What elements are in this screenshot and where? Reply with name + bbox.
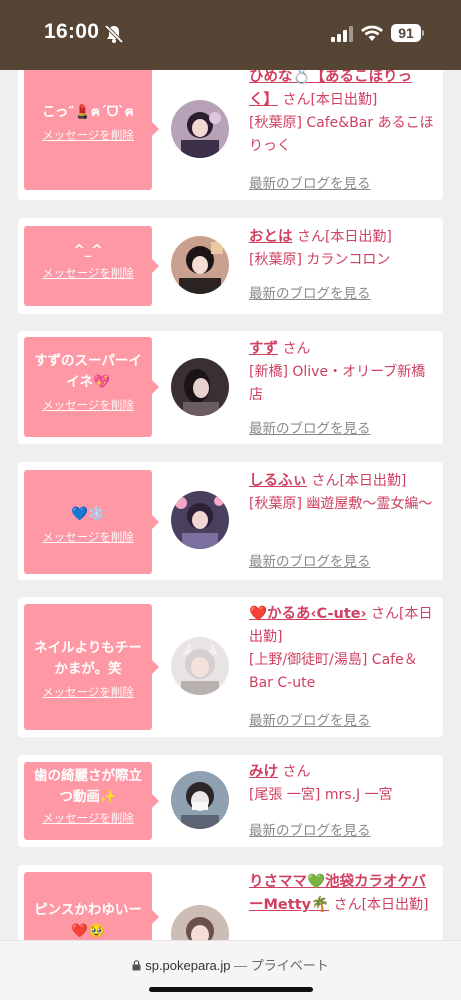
delete-message-link[interactable]: メッセージを削除 <box>28 265 148 281</box>
list-item: ^_^ メッセージを削除 おとは さん[本日出勤] [秋葉原] カランコロン 最… <box>18 218 443 314</box>
clock: 16:00 <box>44 20 100 43</box>
message-text: すずのスーパーイイネ💖 <box>34 353 142 390</box>
avatar[interactable] <box>171 491 229 549</box>
message-bubble: ネイルよりもチーかまが。笑 メッセージを削除 <box>24 604 159 730</box>
url-display[interactable]: sp.pokepara.jp — プライベート <box>0 955 461 974</box>
cast-info: みけ さん [尾張 一宮] mrs.J 一宮 <box>249 761 439 807</box>
status-bar: 16:00 91 <box>0 0 461 70</box>
lock-icon <box>132 960 141 971</box>
battery-tip <box>422 30 424 36</box>
browser-address-bar[interactable]: sp.pokepara.jp — プライベート <box>0 940 461 1000</box>
latest-blog-link[interactable]: 最新のブログを見る <box>249 709 371 729</box>
url-separator: — <box>234 958 248 973</box>
url-domain: sp.pokepara.jp <box>145 958 231 973</box>
avatar[interactable] <box>171 771 229 829</box>
status-text: さん[本日出勤] <box>333 897 429 913</box>
battery-level: 91 <box>398 25 414 41</box>
message-text: ネイルよりもチーかまが。笑 <box>34 640 142 677</box>
cast-name-link[interactable]: しるふぃ <box>249 473 307 489</box>
delete-message-link[interactable]: メッセージを削除 <box>28 127 148 143</box>
message-bubble: ^_^ メッセージを削除 <box>24 226 159 306</box>
status-text: さん[本日出勤] <box>296 229 392 245</box>
private-mode-label: プライベート <box>250 958 329 973</box>
latest-blog-link[interactable]: 最新のブログを見る <box>249 172 371 192</box>
message-text: ^_^ <box>73 242 103 258</box>
status-text: さん <box>282 764 311 780</box>
cellular-signal-icon <box>331 26 353 42</box>
shop-name: [秋葉原] カランコロン <box>249 252 391 268</box>
cast-name-link[interactable]: すず <box>249 341 278 357</box>
latest-blog-link[interactable]: 最新のブログを見る <box>249 819 371 839</box>
delete-message-link[interactable]: メッセージを削除 <box>28 684 148 700</box>
list-item: すずのスーパーイイネ💖 メッセージを削除 すず さん [新橋] Olive・オリ… <box>18 331 443 444</box>
message-bubble: こっ″💄ฅˊᗜˋฅ メッセージを削除 <box>24 68 159 190</box>
cast-name-link[interactable]: おとは <box>249 229 293 245</box>
message-text: こっ″💄ฅˊᗜˋฅ <box>42 104 134 120</box>
status-text: さん[本日出勤] <box>311 473 407 489</box>
cast-info: おとは さん[本日出勤] [秋葉原] カランコロン <box>249 226 439 272</box>
shop-name: [秋葉原] Cafe&Bar あるこほりっく <box>249 115 434 154</box>
status-text: さん <box>282 341 311 357</box>
list-item: ネイルよりもチーかまが。笑 メッセージを削除 ❤️かるあ‹C-ute› さん[本… <box>18 597 443 737</box>
delete-message-link[interactable]: メッセージを削除 <box>28 529 148 545</box>
status-text: さん[本日出勤] <box>282 92 378 108</box>
avatar[interactable] <box>171 358 229 416</box>
avatar[interactable] <box>171 637 229 695</box>
cast-name-link[interactable]: みけ <box>249 764 278 780</box>
message-bubble: 歯の綺麗さが際立つ動画✨ メッセージを削除 <box>24 762 159 840</box>
cast-info: ❤️かるあ‹C-ute› さん[本日出勤] [上野/御徒町/湯島] Cafe＆B… <box>249 603 439 695</box>
cast-info: ひめな💍【あるこほりっく】 さん[本日出勤] [秋葉原] Cafe&Bar ある… <box>249 66 439 158</box>
battery-icon: 91 <box>391 24 421 42</box>
latest-blog-link[interactable]: 最新のブログを見る <box>249 550 371 570</box>
message-text: 歯の綺麗さが際立つ動画✨ <box>34 768 142 805</box>
avatar[interactable] <box>171 100 229 158</box>
bell-slash-icon <box>104 24 124 44</box>
latest-blog-link[interactable]: 最新のブログを見る <box>249 417 371 437</box>
cast-info: すず さん [新橋] Olive・オリーブ新橋店 <box>249 338 439 407</box>
shop-name: [新橋] Olive・オリーブ新橋店 <box>249 364 426 403</box>
message-text: 💙❄️ <box>71 506 105 522</box>
shop-name: [尾張 一宮] mrs.J 一宮 <box>249 787 393 803</box>
wifi-icon <box>361 25 383 41</box>
message-text: ピンスかわゆいー❤️🥹 <box>34 902 142 939</box>
cast-info: りさママ💚池袋カラオケバーMetty🌴 さん[本日出勤] <box>249 871 439 917</box>
home-indicator[interactable] <box>149 987 313 992</box>
delete-message-link[interactable]: メッセージを削除 <box>28 397 148 413</box>
shop-name: [秋葉原] 幽遊屋敷～霊女編～ <box>249 496 433 512</box>
latest-blog-link[interactable]: 最新のブログを見る <box>249 282 371 302</box>
cast-name-link[interactable]: ❤️かるあ‹C-ute› <box>249 606 367 622</box>
message-bubble: 💙❄️ メッセージを削除 <box>24 470 159 574</box>
list-item: 歯の綺麗さが際立つ動画✨ メッセージを削除 みけ さん [尾張 一宮] mrs.… <box>18 755 443 847</box>
list-item: こっ″💄ฅˊᗜˋฅ メッセージを削除 ひめな💍【あるこほりっく】 さん[本日出勤… <box>18 52 443 200</box>
cast-info: しるふぃ さん[本日出勤] [秋葉原] 幽遊屋敷～霊女編～ <box>249 470 439 516</box>
delete-message-link[interactable]: メッセージを削除 <box>28 810 148 826</box>
avatar[interactable] <box>171 236 229 294</box>
message-bubble: すずのスーパーイイネ💖 メッセージを削除 <box>24 337 159 437</box>
list-item: 💙❄️ メッセージを削除 しるふぃ さん[本日出勤] [秋葉原] 幽遊屋敷～霊女… <box>18 462 443 580</box>
shop-name: [上野/御徒町/湯島] Cafe＆Bar C-ute <box>249 652 418 691</box>
